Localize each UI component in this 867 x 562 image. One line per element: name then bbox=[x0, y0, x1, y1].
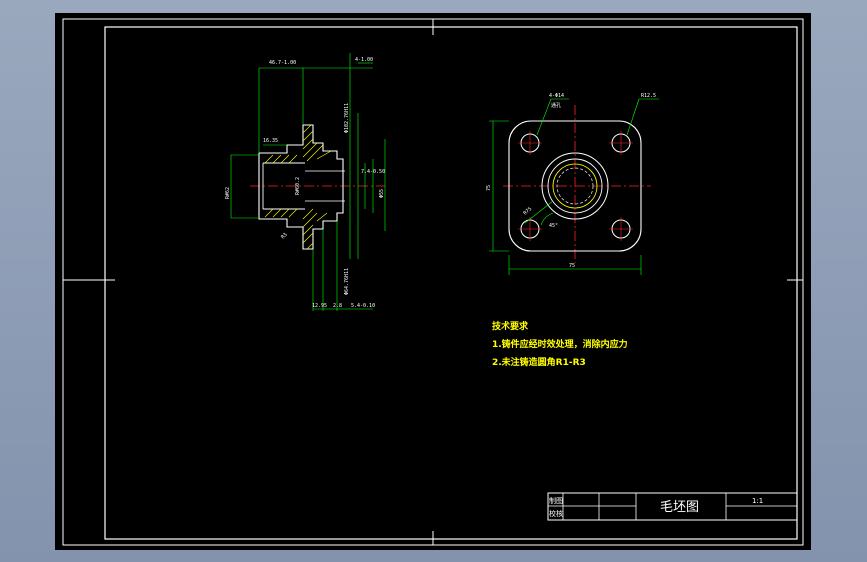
dim-top-length: 46.7-1.00 bbox=[269, 60, 296, 66]
dim-bottom-length: 12.95 bbox=[312, 303, 327, 309]
front-view[interactable]: 4-Φ14 通孔 R12.5 75 75 R75 45° bbox=[486, 93, 659, 275]
dim-holes: 4-Φ14 bbox=[549, 93, 564, 99]
notes-item-1: 1.铸件应经时效处理，消除内应力 bbox=[492, 338, 628, 350]
inner-frame bbox=[104, 26, 798, 540]
dim-bore: R#60.2 bbox=[295, 177, 301, 195]
front-dimension-lines bbox=[489, 98, 659, 275]
side-dimension-lines bbox=[230, 53, 386, 311]
notes-item-2: 2.未注铸造圆角R1-R3 bbox=[492, 356, 586, 368]
cad-viewport: 46.7-1.00 4-1.00 16.35 R#62 R#60.2 7.4-0… bbox=[0, 0, 867, 562]
drawing-name: 毛坯图 bbox=[660, 500, 699, 515]
dim-pitch: R75 bbox=[522, 206, 533, 216]
scale-value: 1:1 bbox=[752, 497, 763, 505]
dim-top-right: 4-1.00 bbox=[355, 57, 373, 63]
dim-vert-top: Φ102.76H11 bbox=[344, 103, 350, 133]
dim-bottom-right: 5.4-0.10 bbox=[351, 303, 375, 309]
side-section-view[interactable]: 46.7-1.00 4-1.00 16.35 R#62 R#60.2 7.4-0… bbox=[225, 53, 386, 311]
drawing-canvas: 46.7-1.00 4-1.00 16.35 R#62 R#60.2 7.4-0… bbox=[62, 18, 804, 546]
dim-step: 7.4-0.50 bbox=[361, 169, 385, 175]
dim-height: 75 bbox=[486, 185, 492, 191]
outer-frame bbox=[62, 18, 804, 546]
dim-vert-bottom: Φ64.76H11 bbox=[344, 268, 350, 295]
title-block[interactable]: 制图 校核 毛坯图 1:1 bbox=[547, 492, 798, 521]
dim-radius-small: R3 bbox=[280, 232, 289, 241]
technical-notes[interactable]: 技术要求 1.铸件应经时效处理，消除内应力 2.未注铸造圆角R1-R3 bbox=[492, 320, 628, 368]
notes-heading: 技术要求 bbox=[492, 320, 529, 332]
checked-label: 校核 bbox=[549, 509, 563, 518]
dim-bottom-mid: 2.8 bbox=[333, 303, 342, 309]
dim-left-small: 16.35 bbox=[263, 138, 278, 144]
drawing-sheet[interactable]: 46.7-1.00 4-1.00 16.35 R#62 R#60.2 7.4-0… bbox=[55, 13, 811, 550]
dim-width: 75 bbox=[569, 263, 575, 269]
dim-holes-note: 通孔 bbox=[551, 102, 561, 109]
drawn-label: 制图 bbox=[549, 496, 563, 505]
dim-outer-dia: Φ55 bbox=[379, 189, 385, 198]
dim-angle: 45° bbox=[549, 223, 558, 229]
dim-left-height: R#62 bbox=[225, 187, 231, 199]
dim-corner-radius: R12.5 bbox=[641, 93, 656, 99]
